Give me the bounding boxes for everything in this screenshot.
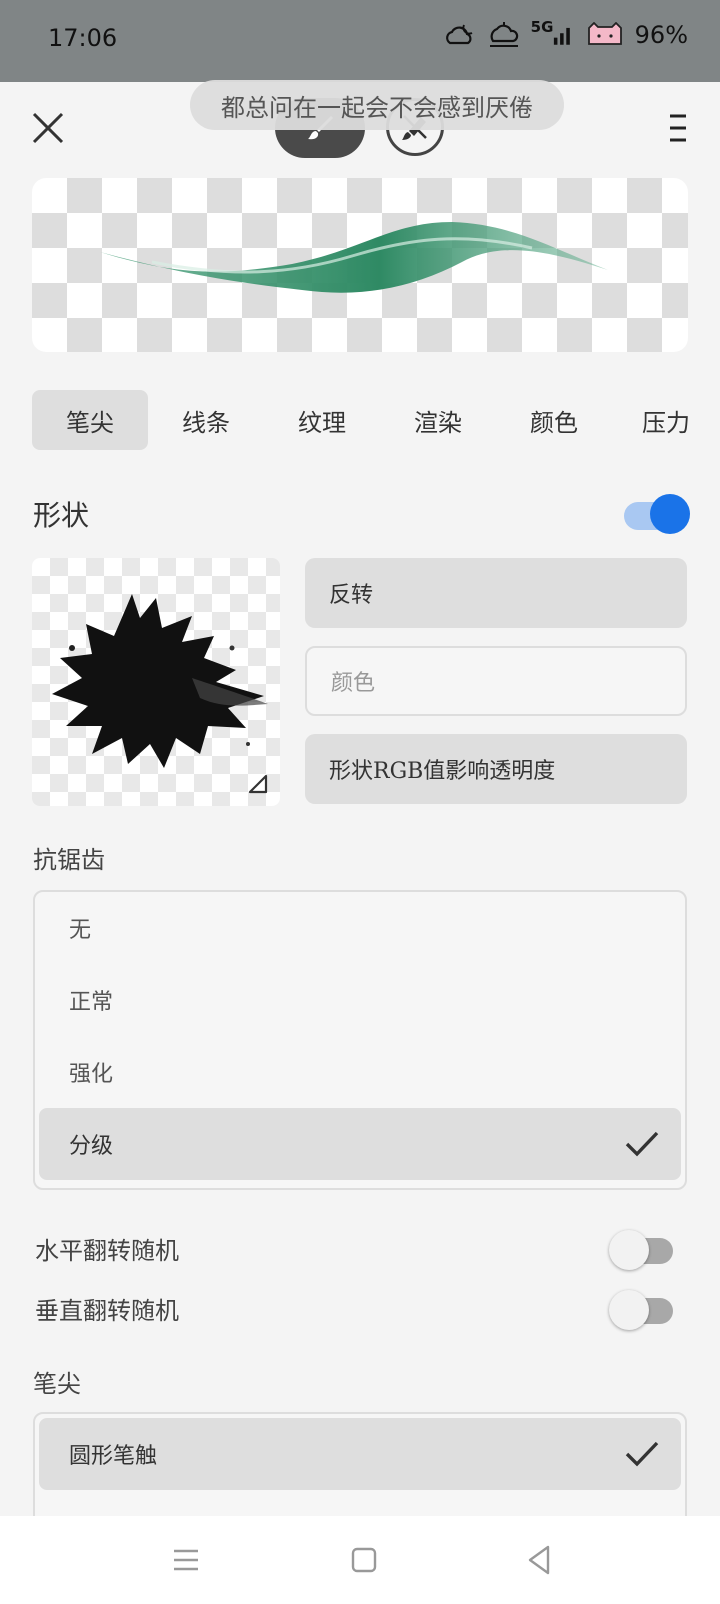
signal-5g-icon: 5G — [530, 18, 575, 50]
tip-option-round[interactable]: 圆形笔触 — [39, 1418, 681, 1490]
horizontal-flip-toggle[interactable] — [609, 1230, 675, 1270]
menu-icon — [670, 114, 686, 142]
clock: 17:06 — [48, 24, 118, 52]
close-button[interactable] — [28, 108, 68, 148]
status-bar: 17:06 5G 96% — [0, 0, 720, 82]
switch-knob — [650, 494, 690, 534]
tab-stroke[interactable]: 线条 — [148, 390, 264, 450]
antialias-option-none[interactable]: 无 — [39, 892, 681, 964]
battery-cat-icon — [585, 20, 625, 50]
tab-tip[interactable]: 笔尖 — [32, 390, 148, 450]
ink-splat-shape — [52, 594, 268, 768]
tab-pressure[interactable]: 压力 — [612, 390, 688, 450]
invert-button[interactable]: 反转 — [305, 558, 687, 628]
vertical-flip-toggle[interactable] — [609, 1290, 675, 1330]
switch-knob — [609, 1230, 649, 1270]
rgb-affects-alpha-button[interactable]: 形状RGB值影响透明度 — [305, 734, 687, 804]
settings-tabs: 笔尖 线条 纹理 渲染 颜色 压力 — [32, 390, 688, 452]
stroke-preview-graphic — [100, 222, 608, 293]
network-label: 5G — [530, 18, 554, 36]
tab-color[interactable]: 颜色 — [496, 390, 612, 450]
antialias-list: 无 正常 强化 分级 — [33, 890, 687, 1190]
checkmark-icon — [625, 1441, 659, 1467]
antialias-option-strong[interactable]: 强化 — [39, 1036, 681, 1108]
shape-toggle[interactable] — [624, 494, 690, 534]
antialias-option-graded[interactable]: 分级 — [39, 1108, 681, 1180]
shape-thumbnail[interactable] — [32, 558, 280, 806]
tab-texture[interactable]: 纹理 — [264, 390, 380, 450]
horizontal-flip-row: 水平翻转随机 — [35, 1228, 675, 1270]
antialias-option-normal[interactable]: 正常 — [39, 964, 681, 1036]
cloudy-night-icon — [443, 20, 477, 50]
shape-color-button[interactable]: 颜色 — [305, 646, 687, 716]
close-icon — [32, 112, 64, 144]
recent-apps-icon[interactable] — [168, 1542, 204, 1578]
antialias-label: 抗锯齿 — [33, 846, 105, 874]
checkmark-icon — [625, 1131, 659, 1157]
tip-label: 笔尖 — [33, 1370, 81, 1398]
stroke-preview — [32, 178, 688, 352]
shape-section-title: 形状 — [33, 499, 90, 532]
tab-render[interactable]: 渲染 — [380, 390, 496, 450]
vertical-flip-row: 垂直翻转随机 — [35, 1288, 675, 1330]
navigation-bar — [0, 1516, 720, 1604]
switch-knob — [609, 1290, 649, 1330]
resize-corner-icon[interactable] — [246, 772, 270, 796]
horizontal-flip-label: 水平翻转随机 — [35, 1236, 179, 1265]
back-icon[interactable] — [522, 1542, 558, 1578]
antialias-option-graded-label: 分级 — [69, 1134, 114, 1159]
vertical-flip-label: 垂直翻转随机 — [35, 1296, 179, 1325]
sunrise-icon — [487, 20, 521, 50]
menu-button[interactable] — [666, 110, 690, 146]
toast-message: 都总问在一起会不会感到厌倦 — [190, 80, 564, 130]
tip-option-round-label: 圆形笔触 — [69, 1444, 158, 1469]
status-icons: 5G 96% — [443, 18, 688, 50]
home-icon[interactable] — [346, 1542, 382, 1578]
battery-level: 96% — [634, 21, 688, 49]
